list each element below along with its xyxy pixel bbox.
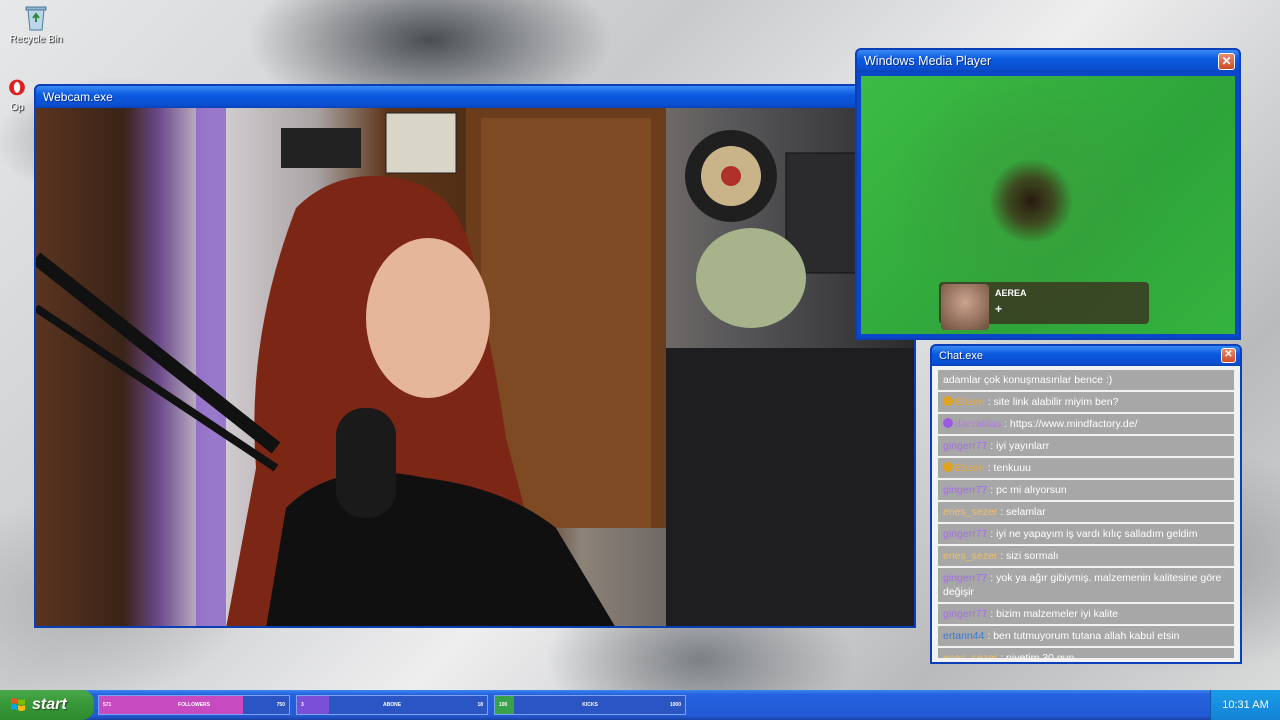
webcam-view bbox=[36, 108, 914, 626]
taskbar: start 571 FOLLOWERS 750 3 ABONE 18 100 KICKS 100… bbox=[0, 690, 1280, 720]
media-player-title: Windows Media Player bbox=[864, 54, 992, 68]
chat-close-button[interactable]: ✕ bbox=[1221, 348, 1236, 363]
opera-icon bbox=[9, 79, 25, 96]
nameplate-plus-icon: + bbox=[995, 302, 1003, 316]
chat-username[interactable]: gingerr77 bbox=[943, 528, 987, 540]
recycle-bin-shortcut[interactable]: Recycle Bin bbox=[0, 4, 72, 45]
start-button[interactable]: start bbox=[0, 690, 94, 720]
chat-username[interactable]: daeraldas bbox=[955, 418, 1001, 430]
goal-target: 750 bbox=[276, 702, 285, 708]
goal-bar-followers: 571 FOLLOWERS 750 bbox=[98, 695, 290, 715]
chat-text: : bizim malzemeler iyi kalite bbox=[990, 608, 1119, 620]
media-player-view: AEREA + bbox=[861, 76, 1235, 334]
chat-window[interactable]: Chat.exe ✕ adamlar çok konuşmasınlar ben… bbox=[930, 344, 1242, 664]
chat-text: : https://www.mindfactory.de/ bbox=[1004, 418, 1138, 430]
webcam-video bbox=[36, 108, 914, 626]
webcam-window[interactable]: Webcam.exe bbox=[34, 84, 916, 628]
chat-title: Chat.exe bbox=[939, 350, 984, 362]
opera-label: Op bbox=[10, 102, 24, 113]
chat-message: daeraldas : https://www.mindfactory.de/ bbox=[938, 414, 1234, 434]
goal-label: FOLLOWERS bbox=[178, 702, 210, 708]
chat-username[interactable]: gingerr77 bbox=[943, 608, 987, 620]
recycle-bin-icon bbox=[25, 6, 47, 31]
chat-message: gingerr77 : iyi ne yapayım iş vardı kılı… bbox=[938, 524, 1234, 544]
webcam-scene-art bbox=[36, 108, 914, 626]
chat-message: enes_sezer : selamlar bbox=[938, 502, 1234, 522]
chat-text: : iyi yayınlarr bbox=[990, 440, 1050, 452]
chat-text: : selamlar bbox=[1000, 506, 1046, 518]
chat-username[interactable]: gingerr77 bbox=[943, 440, 987, 452]
goal-bar-abone: 3 ABONE 18 bbox=[296, 695, 488, 715]
windows-logo-icon bbox=[11, 698, 25, 711]
goal-bar-kicks: 100 KICKS 1000 bbox=[494, 695, 686, 715]
chat-message-list[interactable]: adamlar çok konuşmasınlar bence :) Ebzen … bbox=[938, 370, 1234, 658]
chat-username[interactable]: ertann44 bbox=[943, 630, 984, 642]
chat-text: : niyetim 30 gun bbox=[1000, 652, 1075, 658]
chat-message: ertann44 : ben tutmuyorum tutana allah k… bbox=[938, 626, 1234, 646]
media-player-titlebar[interactable]: Windows Media Player bbox=[857, 50, 1239, 72]
chat-username[interactable]: Ebzen bbox=[955, 462, 985, 474]
nameplate-name: AEREA bbox=[995, 288, 1027, 298]
chat-username[interactable]: gingerr77 bbox=[943, 572, 987, 584]
chat-text: : pc mi alıyorsun bbox=[990, 484, 1067, 496]
chat-username[interactable]: enes_sezer bbox=[943, 506, 997, 518]
chat-username[interactable]: enes_sezer bbox=[943, 652, 997, 658]
chat-message: adamlar çok konuşmasınlar bence :) bbox=[938, 370, 1234, 390]
chat-text: : sizi sormalı bbox=[1000, 550, 1059, 562]
vip-badge-icon bbox=[943, 396, 953, 406]
webcam-title: Webcam.exe bbox=[43, 90, 113, 104]
goal-label: KICKS bbox=[582, 702, 598, 708]
chat-message: gingerr77 : yok ya ağır gibiymiş. malzem… bbox=[938, 568, 1234, 602]
chat-text: : site link alabilir miyim ben? bbox=[987, 396, 1119, 408]
chat-username[interactable]: enes_sezer bbox=[943, 550, 997, 562]
chat-text: : ben tutmuyorum tutana allah kabul etsi… bbox=[987, 630, 1180, 642]
chat-message: enes_sezer : niyetim 30 gun bbox=[938, 648, 1234, 658]
chat-text: : iyi ne yapayım iş vardı kılıç salladım… bbox=[990, 528, 1198, 540]
chat-body: adamlar çok konuşmasınlar bence :) Ebzen … bbox=[932, 366, 1240, 662]
chat-message: enes_sezer : sizi sormalı bbox=[938, 546, 1234, 566]
goal-target: 18 bbox=[477, 702, 483, 708]
media-player-close-button[interactable]: ✕ bbox=[1218, 53, 1235, 70]
goal-target: 1000 bbox=[669, 702, 681, 708]
system-tray: 10:31 AM bbox=[1210, 690, 1280, 720]
chat-text: : tenkuuu bbox=[987, 462, 1031, 474]
chat-message: gingerr77 : pc mi alıyorsun bbox=[938, 480, 1234, 500]
chat-message: Ebzen : site link alabilir miyim ben? bbox=[938, 392, 1234, 412]
chat-message: gingerr77 : iyi yayınlarr bbox=[938, 436, 1234, 456]
webcam-titlebar[interactable]: Webcam.exe bbox=[36, 86, 914, 108]
start-label: start bbox=[32, 696, 67, 713]
sub-badge-icon bbox=[943, 418, 953, 428]
chat-titlebar[interactable]: Chat.exe bbox=[932, 346, 1240, 366]
nameplate-avatar bbox=[941, 284, 989, 330]
chat-text: adamlar çok konuşmasınlar bence :) bbox=[943, 374, 1113, 386]
chat-username[interactable]: gingerr77 bbox=[943, 484, 987, 496]
recycle-bin-label: Recycle Bin bbox=[9, 34, 63, 45]
goal-label: ABONE bbox=[382, 702, 402, 708]
vip-badge-icon bbox=[943, 462, 953, 472]
alert-nameplate: AEREA + bbox=[939, 282, 1149, 330]
chat-username[interactable]: Ebzen bbox=[955, 396, 985, 408]
clock[interactable]: 10:31 AM bbox=[1222, 699, 1268, 711]
chat-message: gingerr77 : bizim malzemeler iyi kalite bbox=[938, 604, 1234, 624]
media-player-window[interactable]: Windows Media Player ✕ AEREA + bbox=[855, 48, 1241, 340]
chat-message: Ebzen : tenkuuu bbox=[938, 458, 1234, 478]
